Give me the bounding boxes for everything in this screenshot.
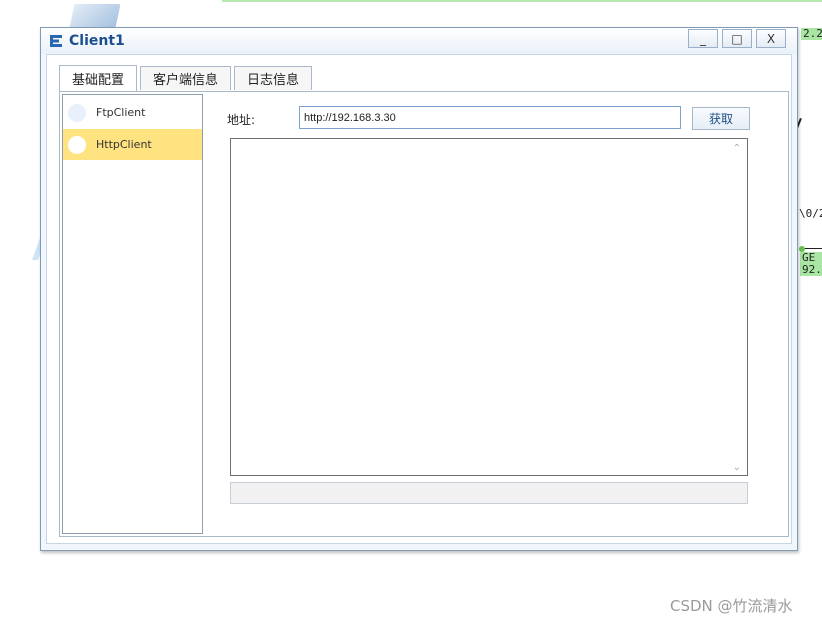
tab-bar: 基础配置 客户端信息 日志信息 [59, 65, 315, 91]
client-window: Client1 _ □ X 基础配置 客户端信息 日志信息 FtpClient [40, 27, 798, 551]
tab-client-info[interactable]: 客户端信息 [140, 66, 232, 90]
address-label: 地址: [227, 113, 256, 127]
circle-icon [68, 135, 86, 154]
list-item-httpclient[interactable]: HttpClient [63, 129, 202, 160]
minimize-icon: _ [700, 31, 706, 46]
topology-ip-label: 92. [800, 263, 822, 276]
circle-icon [68, 103, 86, 122]
window-titlebar[interactable]: Client1 _ □ X [41, 28, 797, 54]
topology-device-icon [69, 4, 121, 28]
tab-log-info[interactable]: 日志信息 [234, 66, 313, 90]
close-button[interactable]: X [756, 29, 786, 48]
get-button[interactable]: 获取 [692, 107, 750, 130]
list-item-ftpclient[interactable]: FtpClient [63, 97, 202, 128]
scroll-down-icon[interactable]: ⌄ [733, 462, 741, 473]
minimize-button[interactable]: _ [688, 29, 718, 48]
scroll-up-icon[interactable]: ⌃ [733, 143, 741, 154]
list-item-label: FtpClient [96, 106, 146, 119]
maximize-icon: □ [731, 31, 743, 46]
window-title: Client1 [69, 33, 125, 49]
address-input[interactable] [299, 106, 681, 129]
response-content-area[interactable]: ⌃ ⌄ [230, 138, 748, 476]
client-type-list: FtpClient HttpClient [62, 94, 203, 534]
client-app-icon [50, 35, 62, 47]
close-icon: X [766, 31, 776, 46]
topology-port-label: \0/2 [799, 207, 822, 220]
tab-panel-basic-config: FtpClient HttpClient 地址: 获取 ⌃ ⌄ [59, 91, 789, 537]
list-item-label: HttpClient [96, 138, 152, 151]
tab-basic-config[interactable]: 基础配置 [59, 65, 138, 91]
progress-bar [230, 482, 748, 504]
watermark-text: CSDN @竹流清水 [670, 597, 793, 615]
topology-label: 2.2 [801, 28, 822, 40]
window-client-area: 基础配置 客户端信息 日志信息 FtpClient HttpClient 地址:… [46, 54, 792, 544]
topology-link-line [802, 248, 822, 249]
maximize-button[interactable]: □ [722, 29, 752, 48]
topology-link-line [222, 0, 822, 2]
